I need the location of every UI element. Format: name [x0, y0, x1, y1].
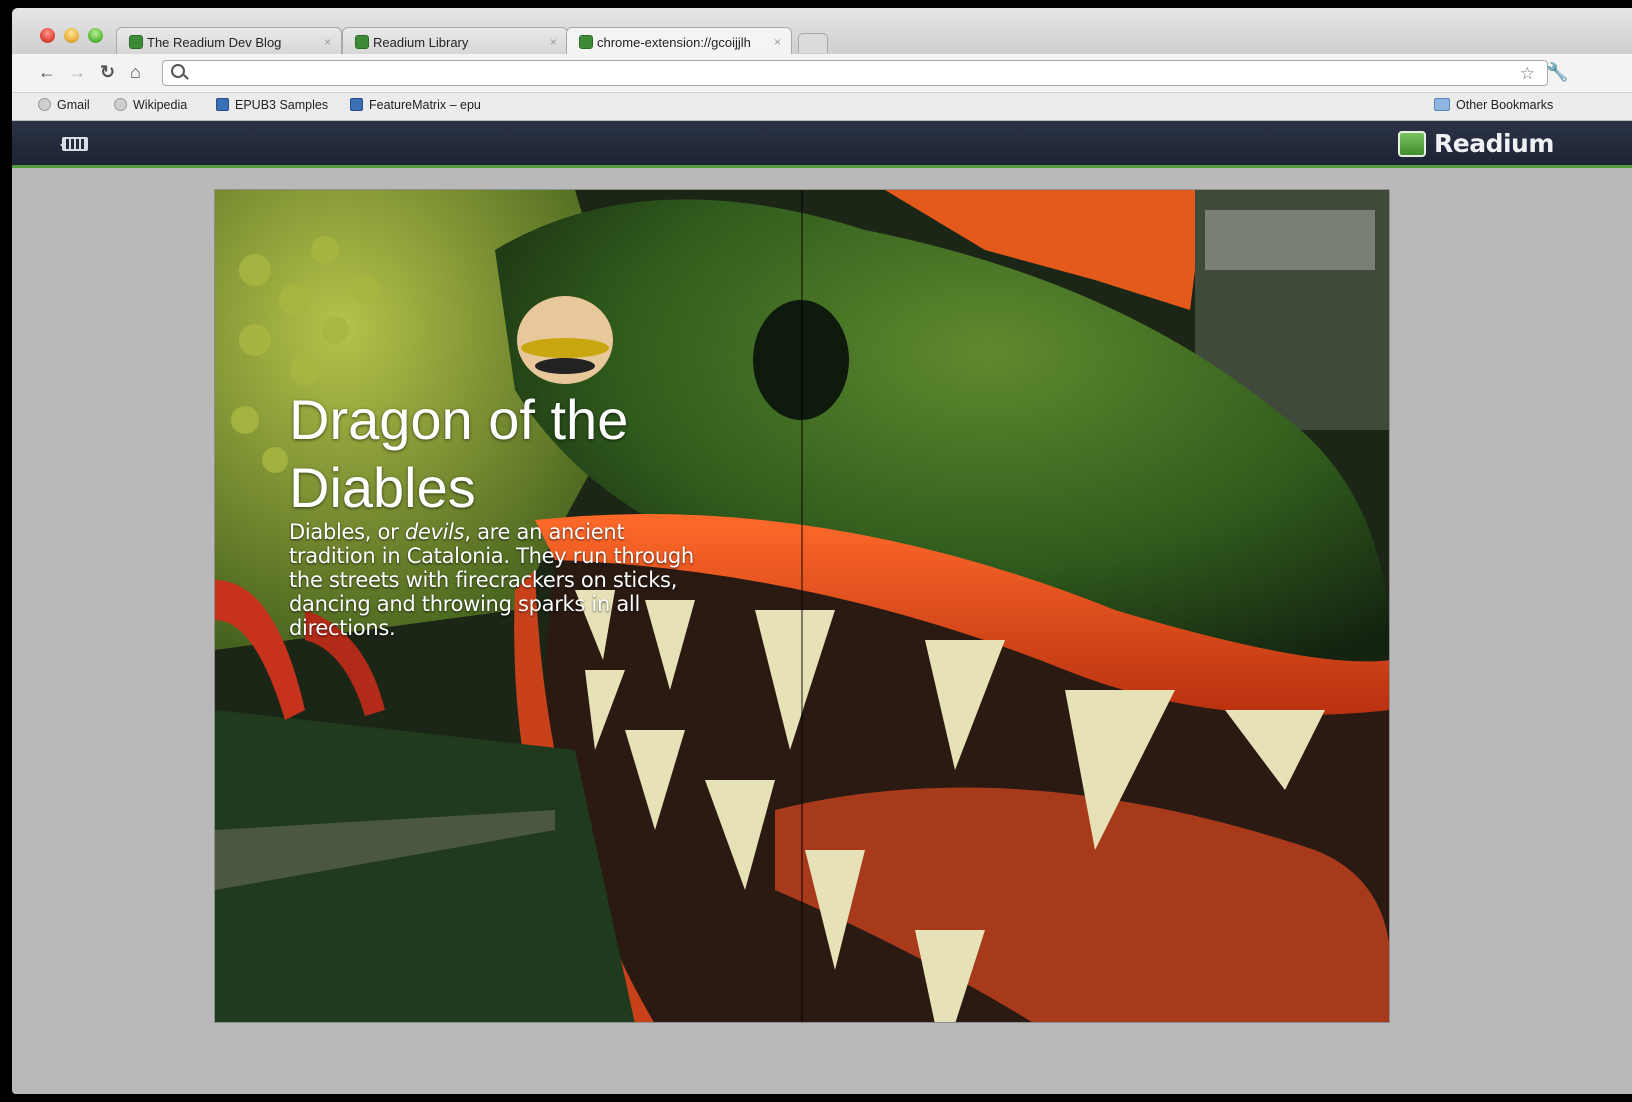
bookmark-wikipedia[interactable]: Wikipedia — [114, 98, 187, 112]
tab-close-icon[interactable]: × — [324, 35, 331, 49]
tab-strip: The Readium Dev Blog × Readium Library ×… — [12, 8, 1632, 55]
page-icon — [216, 98, 229, 111]
reload-icon[interactable]: ↻ — [100, 62, 115, 82]
readium-header: Readium — [12, 121, 1632, 168]
address-input[interactable] — [191, 63, 1495, 85]
readium-logo: Readium — [1398, 129, 1554, 159]
bookmark-epub3-samples[interactable]: EPUB3 Samples — [216, 98, 328, 112]
close-window-button[interactable] — [40, 28, 55, 43]
tab-chrome-extension[interactable]: chrome-extension://gcoijjlh × — [566, 27, 792, 55]
browser-toolbar: ← → ↻ ⌂ ☆ 🔧 — [12, 54, 1632, 93]
readium-favicon-icon — [355, 35, 369, 49]
search-icon — [171, 64, 185, 78]
bookmark-gmail[interactable]: Gmail — [38, 98, 90, 112]
book-title: Dragon of the Diables — [289, 388, 629, 519]
home-icon[interactable]: ⌂ — [130, 62, 141, 82]
page-icon — [350, 98, 363, 111]
book-spread[interactable]: Dragon of the Diables Diables, or devils… — [214, 189, 1390, 1023]
tab-label: The Readium Dev Blog — [147, 35, 282, 50]
zoom-window-button[interactable] — [88, 28, 103, 43]
page-fold — [801, 190, 803, 1022]
tab-close-icon[interactable]: × — [774, 35, 781, 49]
reader-area: Dragon of the Diables Diables, or devils… — [12, 168, 1632, 1094]
wrench-icon[interactable]: 🔧 — [1546, 62, 1568, 83]
address-bar[interactable]: ☆ — [162, 60, 1548, 86]
forward-arrow-icon[interactable]: → — [68, 62, 86, 82]
folder-icon — [1434, 98, 1450, 111]
tab-label: chrome-extension://gcoijjlh — [597, 35, 751, 50]
readium-favicon-icon — [579, 35, 593, 49]
browser-window: The Readium Dev Blog × Readium Library ×… — [12, 8, 1632, 1094]
bookmarks-bar: Gmail Wikipedia EPUB3 Samples FeatureMat… — [12, 93, 1632, 121]
globe-icon — [38, 98, 51, 111]
star-icon[interactable]: ☆ — [1520, 64, 1535, 84]
tab-readium-dev-blog[interactable]: The Readium Dev Blog × — [116, 27, 342, 55]
minimize-window-button[interactable] — [64, 28, 79, 43]
readium-logo-icon — [1398, 131, 1426, 157]
back-arrow-icon[interactable]: ← — [38, 62, 56, 82]
globe-icon — [114, 98, 127, 111]
library-grid-icon[interactable] — [60, 137, 88, 151]
tab-close-icon[interactable]: × — [550, 35, 557, 49]
other-bookmarks[interactable]: Other Bookmarks — [1434, 98, 1553, 112]
bookmark-featurematrix[interactable]: FeatureMatrix – epu — [350, 98, 481, 112]
tab-readium-library[interactable]: Readium Library × — [342, 27, 568, 55]
readium-favicon-icon — [129, 35, 143, 49]
book-body-text: Diables, or devils, are an ancient tradi… — [289, 520, 694, 640]
tab-label: Readium Library — [373, 35, 469, 50]
new-tab-button[interactable] — [798, 33, 828, 53]
